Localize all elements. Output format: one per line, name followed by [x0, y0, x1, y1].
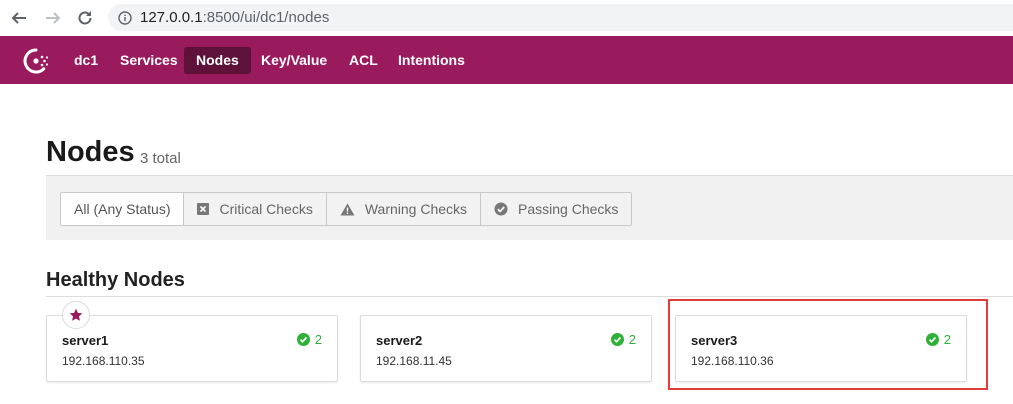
check-circle-icon [296, 333, 310, 346]
filter-warning-button[interactable]: Warning Checks [326, 193, 482, 225]
status-filter-group: All (Any Status) Critical Checks Warning… [60, 192, 633, 226]
arrow-left-icon [11, 12, 26, 24]
filter-passing-label: Passing Checks [518, 201, 619, 217]
main-nav: dc1 Services Nodes Key/Value ACL Intenti… [0, 36, 1013, 84]
nav-acl[interactable]: ACL [337, 47, 390, 74]
filter-passing-button[interactable]: Passing Checks [481, 193, 632, 225]
annotation-highlight-box [668, 299, 988, 390]
filter-all-label: All (Any Status) [74, 201, 171, 217]
page-title: Nodes [46, 136, 135, 168]
nav-key-value[interactable]: Key/Value [249, 47, 339, 74]
critical-icon [197, 203, 210, 215]
nav-datacenter[interactable]: dc1 [62, 47, 110, 74]
star-icon [69, 308, 83, 321]
info-icon [118, 10, 132, 25]
node-address: 192.168.110.35 [62, 354, 145, 368]
section-divider [46, 296, 1013, 297]
passing-icon [494, 202, 508, 216]
passing-checks-badge: 2 [296, 332, 322, 347]
node-name: server2 [376, 333, 423, 348]
node-card-server1[interactable]: server1 192.168.110.35 2 [46, 301, 338, 382]
passing-checks-count: 2 [314, 332, 322, 347]
check-circle-icon [610, 333, 624, 346]
node-card-server2[interactable]: server2 192.168.11.45 2 [360, 315, 652, 382]
warning-icon [340, 203, 355, 215]
filter-warning-label: Warning Checks [364, 201, 468, 217]
node-count: 3 total [140, 150, 181, 167]
filter-critical-button[interactable]: Critical Checks [184, 193, 327, 225]
nav-intentions[interactable]: Intentions [386, 47, 477, 74]
reload-icon [78, 11, 92, 25]
nav-nodes[interactable]: Nodes [184, 47, 251, 74]
url-host: 127.0.0.1 [140, 9, 203, 26]
forward-button[interactable] [42, 7, 64, 29]
address-bar[interactable]: 127.0.0.1:8500/ui/dc1/nodes [108, 4, 1013, 31]
node-name: server1 [62, 333, 109, 348]
passing-checks-count: 2 [628, 332, 636, 347]
back-button[interactable] [8, 7, 30, 29]
filter-all-button[interactable]: All (Any Status) [61, 193, 185, 225]
nav-services[interactable]: Services [108, 47, 190, 74]
passing-checks-badge: 2 [610, 332, 636, 347]
arrow-right-icon [46, 12, 61, 24]
filter-bar: All (Any Status) Critical Checks Warning… [46, 175, 1013, 240]
node-address: 192.168.11.45 [376, 354, 452, 368]
url-path: :8500/ui/dc1/nodes [202, 9, 330, 26]
reload-button[interactable] [74, 7, 96, 29]
browser-toolbar: 127.0.0.1:8500/ui/dc1/nodes [0, 0, 1013, 36]
consul-logo-icon[interactable] [22, 47, 50, 75]
healthy-nodes-heading: Healthy Nodes [46, 269, 185, 291]
leader-badge [62, 301, 90, 329]
filter-critical-label: Critical Checks [219, 201, 313, 217]
